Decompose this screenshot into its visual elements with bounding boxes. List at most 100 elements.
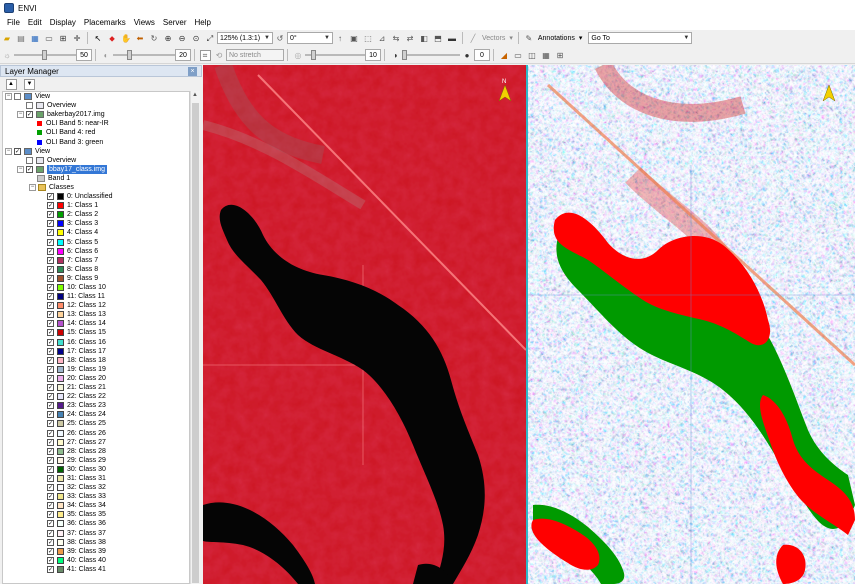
rotate-icon[interactable]: ↻: [149, 33, 160, 44]
zoom-combo[interactable]: 125% (1.3:1) ▼: [217, 32, 273, 44]
class-row[interactable]: ✓ 41: Class 41: [3, 565, 189, 574]
class-row[interactable]: ✓ 21: Class 21: [3, 383, 189, 392]
checkbox-checked-icon[interactable]: ✓: [47, 556, 54, 564]
annotation-icon[interactable]: ✎: [523, 33, 534, 44]
crosshair-icon[interactable]: ✛: [72, 33, 83, 44]
scroll-thumb[interactable]: [192, 103, 199, 583]
checkbox-checked-icon[interactable]: ✓: [47, 374, 54, 382]
class-row[interactable]: ✓ 29: Class 29: [3, 456, 189, 465]
checkbox-checked-icon[interactable]: ✓: [47, 247, 54, 255]
fly-icon[interactable]: ⬅: [135, 33, 146, 44]
class-row[interactable]: ✓ 7: Class 7: [3, 256, 189, 265]
tree-row-folder[interactable]: − Classes: [3, 183, 189, 192]
class-row[interactable]: ✓ 27: Class 27: [3, 438, 189, 447]
open-file-icon[interactable]: ▰: [2, 33, 13, 44]
flicker-icon[interactable]: ⇄: [405, 33, 416, 44]
print-icon[interactable]: ▭: [44, 33, 55, 44]
checkbox-checked-icon[interactable]: ✓: [47, 229, 54, 237]
swipe-icon[interactable]: ⇆: [391, 33, 402, 44]
class-row[interactable]: ✓ 24: Class 24: [3, 410, 189, 419]
profile-icon[interactable]: ◢: [499, 50, 510, 61]
select-icon[interactable]: ↖: [93, 33, 104, 44]
class-row[interactable]: ✓ 35: Class 35: [3, 510, 189, 519]
rotate-left-icon[interactable]: ↺: [275, 33, 286, 44]
tree-row-overview[interactable]: Overview: [3, 156, 189, 165]
checkbox-checked-icon[interactable]: ✓: [47, 220, 54, 228]
annotations-menu[interactable]: Annotations: [536, 35, 577, 42]
checkbox-icon[interactable]: [14, 93, 21, 101]
class-row[interactable]: ✓ 23: Class 23: [3, 401, 189, 410]
class-row[interactable]: ✓ 33: Class 33: [3, 492, 189, 501]
keyboard-icon[interactable]: ▬: [447, 33, 458, 44]
checkbox-checked-icon[interactable]: ✓: [47, 411, 54, 419]
checkbox-checked-icon[interactable]: ✓: [47, 447, 54, 455]
checkbox-checked-icon[interactable]: ✓: [47, 202, 54, 210]
view-single-icon[interactable]: ▭: [513, 50, 524, 61]
class-row[interactable]: ✓ 14: Class 14: [3, 319, 189, 328]
tree-row-raster[interactable]: − ✓ bakerbay2017.img: [3, 110, 189, 119]
class-row[interactable]: ✓ 22: Class 22: [3, 392, 189, 401]
class-row[interactable]: ✓ 9: Class 9: [3, 274, 189, 283]
tree-row-bandplain[interactable]: Band 1: [3, 174, 189, 183]
class-row[interactable]: ✓ 12: Class 12: [3, 301, 189, 310]
class-row[interactable]: ✓ 25: Class 25: [3, 419, 189, 428]
transparency-value[interactable]: 0: [474, 49, 490, 61]
pin-icon[interactable]: ⬥: [107, 33, 118, 44]
checkbox-checked-icon[interactable]: ✓: [47, 347, 54, 355]
expander-icon[interactable]: −: [17, 165, 24, 173]
checkbox-checked-icon[interactable]: ✓: [47, 565, 54, 573]
checkbox-checked-icon[interactable]: ✓: [47, 256, 54, 264]
checkbox-checked-icon[interactable]: ✓: [47, 284, 54, 292]
zoom-full-icon[interactable]: ⊙: [191, 33, 202, 44]
class-row[interactable]: ✓ 28: Class 28: [3, 447, 189, 456]
tree-row-view[interactable]: − ✓ View: [3, 147, 189, 156]
chip-view-icon[interactable]: ▣: [349, 33, 360, 44]
stretch-reset-icon[interactable]: ⟲: [214, 50, 225, 61]
checkbox-checked-icon[interactable]: ✓: [47, 193, 54, 201]
class-row[interactable]: ✓ 40: Class 40: [3, 556, 189, 565]
menu-edit[interactable]: Edit: [24, 16, 46, 30]
pan-icon[interactable]: ✋: [121, 33, 132, 44]
menu-display[interactable]: Display: [46, 16, 80, 30]
checkbox-checked-icon[interactable]: ✓: [47, 238, 54, 246]
image-view[interactable]: N: [203, 65, 855, 584]
checkbox-checked-icon[interactable]: ✓: [47, 384, 54, 392]
portal-icon[interactable]: ⬒: [433, 33, 444, 44]
class-row[interactable]: ✓ 32: Class 32: [3, 483, 189, 492]
checkbox-checked-icon[interactable]: ✓: [47, 520, 54, 528]
class-row[interactable]: ✓ 34: Class 34: [3, 501, 189, 510]
class-row[interactable]: ✓ 17: Class 17: [3, 347, 189, 356]
class-row[interactable]: ✓ 26: Class 26: [3, 428, 189, 437]
zoom-fit-icon[interactable]: ⤢: [205, 33, 216, 44]
checkbox-checked-icon[interactable]: ✓: [47, 511, 54, 519]
class-row[interactable]: ✓ 38: Class 38: [3, 538, 189, 547]
checkbox-checked-icon[interactable]: ✓: [47, 211, 54, 219]
class-row[interactable]: ✓ 13: Class 13: [3, 310, 189, 319]
roi-icon[interactable]: ⬚: [363, 33, 374, 44]
menu-file[interactable]: File: [3, 16, 24, 30]
layer-tree[interactable]: − View Overview − ✓ bakerbay2017.img OLI Band …: [2, 91, 190, 584]
goto-combo[interactable]: Go To ▼: [588, 32, 693, 44]
class-row[interactable]: ✓ 19: Class 19: [3, 365, 189, 374]
menu-help[interactable]: Help: [190, 16, 214, 30]
blend-icon[interactable]: ◧: [419, 33, 430, 44]
class-row[interactable]: ✓ 36: Class 36: [3, 519, 189, 528]
class-row[interactable]: ✓ 20: Class 20: [3, 374, 189, 383]
checkbox-checked-icon[interactable]: ✓: [47, 529, 54, 537]
sharpen-value[interactable]: 10: [365, 49, 381, 61]
checkbox-checked-icon[interactable]: ✓: [26, 111, 33, 119]
class-row[interactable]: ✓ 2: Class 2: [3, 210, 189, 219]
class-row[interactable]: ✓ 18: Class 18: [3, 356, 189, 365]
checkbox-checked-icon[interactable]: ✓: [47, 365, 54, 373]
checkbox-icon[interactable]: [26, 156, 33, 164]
checkbox-checked-icon[interactable]: ✓: [26, 165, 33, 173]
checkbox-checked-icon[interactable]: ✓: [47, 465, 54, 473]
expander-icon[interactable]: −: [5, 147, 12, 155]
class-row[interactable]: ✓ 4: Class 4: [3, 228, 189, 237]
checkbox-checked-icon[interactable]: ✓: [47, 274, 54, 282]
view-four-icon[interactable]: ⊞: [555, 50, 566, 61]
class-row[interactable]: ✓ 11: Class 11: [3, 292, 189, 301]
view-two-icon[interactable]: ◫: [527, 50, 538, 61]
checkbox-checked-icon[interactable]: ✓: [47, 293, 54, 301]
zoom-in-icon[interactable]: ⊕: [163, 33, 174, 44]
